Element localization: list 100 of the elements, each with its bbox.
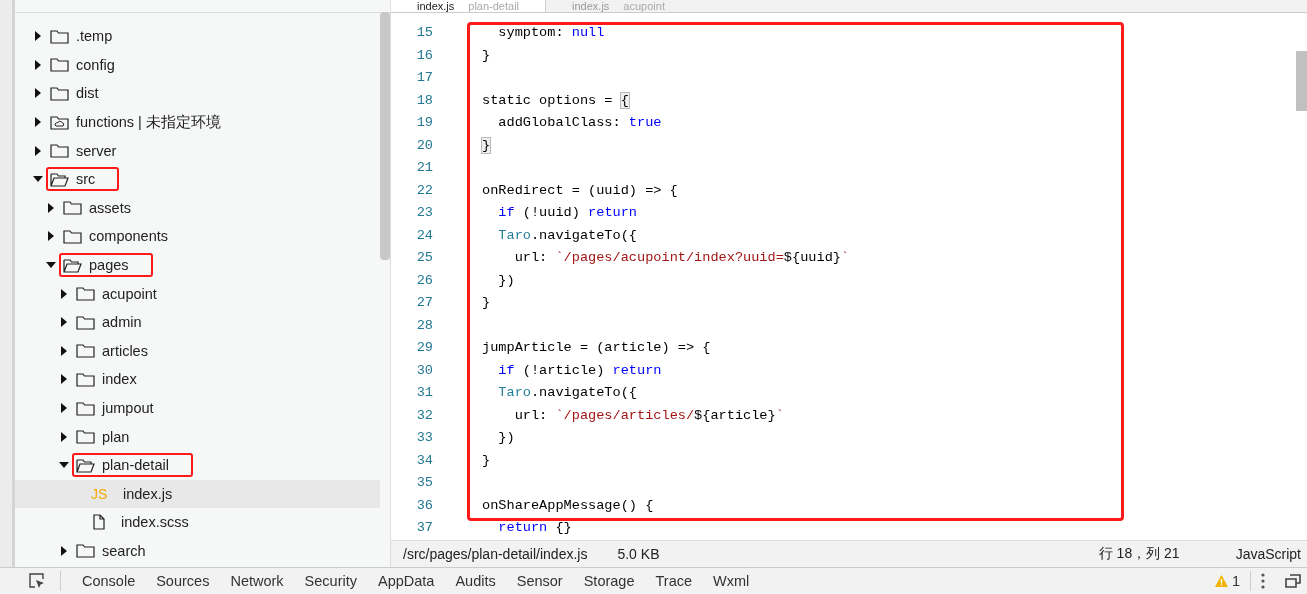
- line-number: 16: [415, 46, 433, 65]
- tree-item[interactable]: jumpout: [15, 393, 380, 423]
- editor-tab[interactable]: index.js plan-detail: [391, 0, 547, 12]
- folder-icon: [76, 400, 95, 416]
- line-number: 34: [415, 451, 433, 470]
- code-line: addGlobalClass: true: [497, 115, 662, 130]
- code-line: }): [497, 430, 515, 445]
- line-number: 29: [415, 339, 433, 357]
- code-line: symptom: null: [497, 25, 605, 40]
- tree-item[interactable]: assets: [15, 193, 380, 223]
- folder-icon: [76, 543, 95, 559]
- line-number: 37: [415, 519, 433, 537]
- tree-item[interactable]: src: [15, 164, 380, 194]
- code-line: onShareAppMessage() {: [482, 497, 654, 513]
- language-label[interactable]: JavaScript: [1235, 545, 1301, 562]
- folder-icon: [76, 314, 95, 330]
- folder-icon: [50, 86, 69, 101]
- code-line: url: `/pages/articles/${article}`: [513, 407, 784, 423]
- js-file-icon: JS: [91, 485, 110, 502]
- more-icon[interactable]: [1261, 572, 1265, 589]
- tree-item[interactable]: pages: [15, 250, 380, 280]
- line-number: 30: [415, 361, 433, 380]
- devtools-tab[interactable]: AppData: [367, 572, 444, 589]
- code-line: onRedirect = (uuid) => {: [482, 182, 678, 198]
- line-number: 33: [415, 429, 433, 447]
- open-folder-icon: [50, 171, 69, 187]
- file-size: 5.0 KB: [617, 545, 660, 562]
- devtools-tab[interactable]: Storage: [572, 572, 644, 589]
- tree-item[interactable]: index: [15, 365, 380, 394]
- folder-icon: [50, 28, 69, 44]
- tree-item[interactable]: dist: [15, 79, 380, 108]
- code-line: }: [482, 47, 491, 63]
- folder-icon: [76, 371, 95, 387]
- open-folder-icon: [63, 257, 82, 273]
- tree-item[interactable]: acupoint: [15, 279, 380, 308]
- folder-icon: [76, 286, 95, 302]
- folder-icon: [63, 200, 82, 216]
- dock-icon[interactable]: [1285, 573, 1301, 588]
- line-number: 35: [415, 474, 433, 492]
- line-number: 26: [415, 271, 433, 290]
- inspect-icon[interactable]: [28, 571, 46, 590]
- tree-item[interactable]: config: [15, 50, 380, 80]
- tree-item[interactable]: plan-detail: [15, 450, 380, 480]
- code-line: jumpArticle = (article) => {: [482, 340, 711, 355]
- line-number: 25: [415, 249, 433, 267]
- tree-item[interactable]: articles: [15, 336, 380, 366]
- folder-icon: [50, 143, 69, 159]
- devtools-tab[interactable]: Trace: [644, 572, 701, 589]
- code-line: if (!article) return: [497, 362, 662, 378]
- folder-icon: [76, 429, 95, 445]
- tree-item[interactable]: index.scss: [15, 508, 380, 537]
- scrollbar[interactable]: [380, 12, 390, 260]
- tree-item[interactable]: server: [15, 136, 380, 165]
- tree-item[interactable]: plan: [15, 422, 380, 451]
- line-number: 21: [415, 159, 433, 177]
- cloud-folder-icon: [50, 114, 69, 130]
- code-line: static options = {: [482, 92, 629, 108]
- line-number: 15: [415, 24, 433, 42]
- code-line: Taro.navigateTo({: [497, 385, 637, 400]
- line-number: 23: [415, 204, 433, 222]
- devtools-tab[interactable]: Sources: [145, 572, 219, 589]
- tree-item[interactable]: .temp: [15, 22, 380, 51]
- line-number: 32: [415, 406, 433, 425]
- devtools-tab[interactable]: Console: [71, 572, 145, 589]
- folder-icon: [63, 228, 82, 244]
- warning-icon: [1214, 574, 1228, 587]
- tree-item[interactable]: functions | 未指定环境: [15, 107, 380, 137]
- line-number: 36: [415, 496, 433, 515]
- code-line: if (!uuid) return: [497, 205, 637, 220]
- devtools-tab[interactable]: Audits: [444, 572, 505, 589]
- devtools-tab[interactable]: Wxml: [702, 572, 759, 589]
- tree-item[interactable]: components: [15, 222, 380, 251]
- line-number: 28: [415, 316, 433, 335]
- line-number: 17: [415, 69, 433, 87]
- file-path: /src/pages/plan-detail/index.js: [403, 545, 588, 562]
- devtools-tab[interactable]: Sensor: [505, 572, 572, 589]
- line-number: 20: [415, 136, 433, 155]
- code-line: }: [482, 452, 491, 468]
- folder-icon: [76, 343, 95, 359]
- warning-count[interactable]: 1: [1231, 572, 1240, 589]
- tree-item[interactable]: admin: [15, 307, 380, 337]
- line-number: 18: [415, 91, 433, 110]
- line-number: 31: [415, 384, 433, 402]
- code-line: }: [482, 295, 491, 310]
- devtools-tab[interactable]: Security: [293, 572, 366, 589]
- line-number: 27: [415, 294, 433, 312]
- open-folder-icon: [76, 457, 95, 473]
- tree-item[interactable]: JS index.js: [15, 479, 380, 509]
- code-line: }): [497, 272, 515, 288]
- cursor-position: 行 18，列 21: [1098, 544, 1180, 563]
- devtools-tab[interactable]: Network: [219, 572, 293, 589]
- folder-icon: [50, 57, 69, 73]
- tree-item[interactable]: search: [15, 536, 380, 566]
- code-line: url: `/pages/acupoint/index?uuid=${uuid}`: [513, 250, 850, 265]
- line-number: 19: [415, 114, 433, 132]
- line-number: 24: [415, 226, 433, 245]
- code-line: return {}: [497, 520, 572, 535]
- scrollbar[interactable]: [1296, 51, 1307, 111]
- line-number: 22: [415, 181, 433, 200]
- code-line: Taro.navigateTo({: [497, 227, 637, 243]
